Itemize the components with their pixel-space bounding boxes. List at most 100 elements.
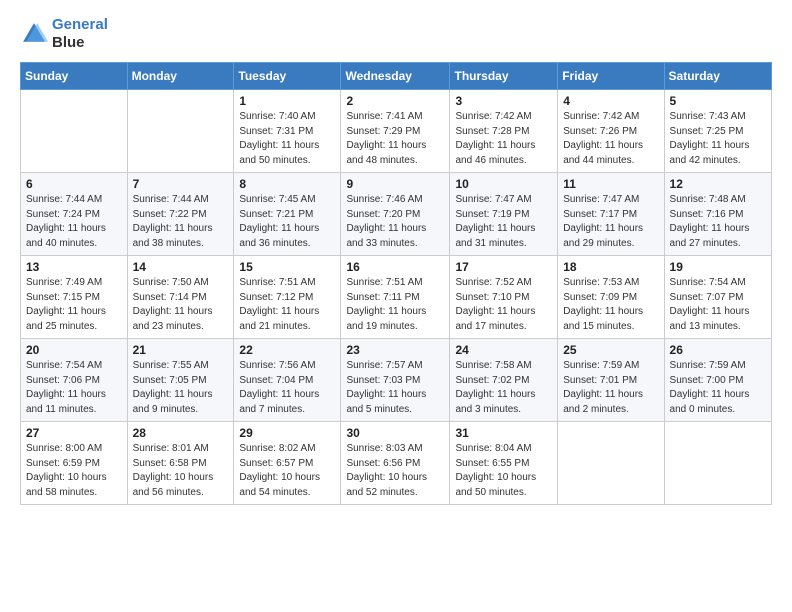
page: General Blue Sunday Monday Tuesday Wedne… xyxy=(0,0,792,612)
day-info: Sunrise: 7:50 AM Sunset: 7:14 PM Dayligh… xyxy=(133,276,229,334)
day-info: Sunrise: 7:42 AM Sunset: 7:26 PM Dayligh… xyxy=(563,110,658,168)
day-number: 28 xyxy=(133,426,229,440)
calendar-cell: 12 Sunrise: 7:48 AM Sunset: 7:16 PM Dayli… xyxy=(664,173,771,256)
day-info: Sunrise: 8:04 AM Sunset: 6:55 PM Dayligh… xyxy=(455,442,552,500)
calendar-header: Sunday Monday Tuesday Wednesday Thursday… xyxy=(21,63,772,90)
col-saturday: Saturday xyxy=(664,63,771,90)
col-thursday: Thursday xyxy=(450,63,558,90)
calendar-cell: 21Sunrise: 7:55 AM Sunset: 7:05 PM Dayli… xyxy=(127,339,234,422)
day-number: 25 xyxy=(563,343,658,357)
col-friday: Friday xyxy=(558,63,664,90)
col-tuesday: Tuesday xyxy=(234,63,341,90)
day-number: 2 xyxy=(346,94,444,108)
calendar-week-2: 6Sunrise: 7:44 AM Sunset: 7:24 PM Daylig… xyxy=(21,173,772,256)
day-number: 19 xyxy=(670,260,766,274)
day-info: Sunrise: 7:54 AM Sunset: 7:06 PM Dayligh… xyxy=(26,359,122,417)
calendar-cell xyxy=(127,90,234,173)
day-number: 18 xyxy=(563,260,658,274)
day-number: 16 xyxy=(346,260,444,274)
day-number: 1 xyxy=(239,94,335,108)
day-info: Sunrise: 7:44 AM Sunset: 7:24 PM Dayligh… xyxy=(26,193,122,251)
day-info: Sunrise: 7:49 AM Sunset: 7:15 PM Dayligh… xyxy=(26,276,122,334)
day-info: Sunrise: 8:03 AM Sunset: 6:56 PM Dayligh… xyxy=(346,442,444,500)
logo-blue: Blue xyxy=(52,34,108,52)
day-info: Sunrise: 7:51 AM Sunset: 7:12 PM Dayligh… xyxy=(239,276,335,334)
calendar-cell: 8 Sunrise: 7:45 AM Sunset: 7:21 PM Daylig… xyxy=(234,173,341,256)
calendar-cell: 2 Sunrise: 7:41 AM Sunset: 7:29 PM Daylig… xyxy=(341,90,450,173)
calendar-cell: 26Sunrise: 7:59 AM Sunset: 7:00 PM Dayli… xyxy=(664,339,771,422)
day-number: 31 xyxy=(455,426,552,440)
day-number: 29 xyxy=(239,426,335,440)
calendar-cell: 13 Sunrise: 7:49 AM Sunset: 7:15 PM Dayli… xyxy=(21,256,128,339)
day-info: Sunrise: 8:01 AM Sunset: 6:58 PM Dayligh… xyxy=(133,442,229,500)
day-info: Sunrise: 7:44 AM Sunset: 7:22 PM Dayligh… xyxy=(133,193,229,251)
day-info: Sunrise: 7:52 AM Sunset: 7:10 PM Dayligh… xyxy=(455,276,552,334)
day-number: 5 xyxy=(670,94,766,108)
calendar-cell: 24 Sunrise: 7:58 AM Sunset: 7:02 PM Dayli… xyxy=(450,339,558,422)
day-info: Sunrise: 7:41 AM Sunset: 7:29 PM Dayligh… xyxy=(346,110,444,168)
calendar-cell: 11Sunrise: 7:47 AM Sunset: 7:17 PM Dayli… xyxy=(558,173,664,256)
day-info: Sunrise: 8:00 AM Sunset: 6:59 PM Dayligh… xyxy=(26,442,122,500)
day-info: Sunrise: 7:45 AM Sunset: 7:21 PM Dayligh… xyxy=(239,193,335,251)
calendar-week-1: 1 Sunrise: 7:40 AM Sunset: 7:31 PM Daylig… xyxy=(21,90,772,173)
calendar-cell: 9Sunrise: 7:46 AM Sunset: 7:20 PM Daylig… xyxy=(341,173,450,256)
col-monday: Monday xyxy=(127,63,234,90)
day-info: Sunrise: 7:59 AM Sunset: 7:00 PM Dayligh… xyxy=(670,359,766,417)
col-wednesday: Wednesday xyxy=(341,63,450,90)
calendar-cell: 17 Sunrise: 7:52 AM Sunset: 7:10 PM Dayli… xyxy=(450,256,558,339)
day-number: 8 xyxy=(239,177,335,191)
calendar-cell: 30 Sunrise: 8:03 AM Sunset: 6:56 PM Dayli… xyxy=(341,422,450,505)
calendar-body: 1 Sunrise: 7:40 AM Sunset: 7:31 PM Daylig… xyxy=(21,90,772,505)
day-number: 12 xyxy=(670,177,766,191)
day-number: 23 xyxy=(346,343,444,357)
day-number: 15 xyxy=(239,260,335,274)
calendar-cell: 31 Sunrise: 8:04 AM Sunset: 6:55 PM Dayli… xyxy=(450,422,558,505)
calendar-cell: 20 Sunrise: 7:54 AM Sunset: 7:06 PM Dayli… xyxy=(21,339,128,422)
day-number: 10 xyxy=(455,177,552,191)
day-number: 30 xyxy=(346,426,444,440)
day-info: Sunrise: 7:42 AM Sunset: 7:28 PM Dayligh… xyxy=(455,110,552,168)
calendar-cell: 1 Sunrise: 7:40 AM Sunset: 7:31 PM Daylig… xyxy=(234,90,341,173)
day-info: Sunrise: 8:02 AM Sunset: 6:57 PM Dayligh… xyxy=(239,442,335,500)
day-info: Sunrise: 7:47 AM Sunset: 7:19 PM Dayligh… xyxy=(455,193,552,251)
day-number: 11 xyxy=(563,177,658,191)
day-number: 13 xyxy=(26,260,122,274)
calendar-cell: 25 Sunrise: 7:59 AM Sunset: 7:01 PM Dayli… xyxy=(558,339,664,422)
calendar-cell: 29 Sunrise: 8:02 AM Sunset: 6:57 PM Dayli… xyxy=(234,422,341,505)
day-info: Sunrise: 7:58 AM Sunset: 7:02 PM Dayligh… xyxy=(455,359,552,417)
calendar-cell: 10 Sunrise: 7:47 AM Sunset: 7:19 PM Dayli… xyxy=(450,173,558,256)
calendar-cell xyxy=(664,422,771,505)
calendar-cell: 7Sunrise: 7:44 AM Sunset: 7:22 PM Daylig… xyxy=(127,173,234,256)
day-number: 3 xyxy=(455,94,552,108)
calendar-week-4: 20 Sunrise: 7:54 AM Sunset: 7:06 PM Dayli… xyxy=(21,339,772,422)
day-info: Sunrise: 7:43 AM Sunset: 7:25 PM Dayligh… xyxy=(670,110,766,168)
calendar-cell xyxy=(558,422,664,505)
day-number: 21 xyxy=(133,343,229,357)
day-number: 20 xyxy=(26,343,122,357)
header: General Blue xyxy=(20,16,772,52)
day-info: Sunrise: 7:56 AM Sunset: 7:04 PM Dayligh… xyxy=(239,359,335,417)
day-info: Sunrise: 7:53 AM Sunset: 7:09 PM Dayligh… xyxy=(563,276,658,334)
day-info: Sunrise: 7:57 AM Sunset: 7:03 PM Dayligh… xyxy=(346,359,444,417)
calendar-cell: 3 Sunrise: 7:42 AM Sunset: 7:28 PM Daylig… xyxy=(450,90,558,173)
day-number: 17 xyxy=(455,260,552,274)
calendar-week-5: 27 Sunrise: 8:00 AM Sunset: 6:59 PM Dayli… xyxy=(21,422,772,505)
calendar-cell: 16Sunrise: 7:51 AM Sunset: 7:11 PM Dayli… xyxy=(341,256,450,339)
calendar-cell xyxy=(21,90,128,173)
day-info: Sunrise: 7:59 AM Sunset: 7:01 PM Dayligh… xyxy=(563,359,658,417)
calendar-cell: 22 Sunrise: 7:56 AM Sunset: 7:04 PM Dayli… xyxy=(234,339,341,422)
day-number: 27 xyxy=(26,426,122,440)
day-info: Sunrise: 7:48 AM Sunset: 7:16 PM Dayligh… xyxy=(670,193,766,251)
calendar-cell: 15 Sunrise: 7:51 AM Sunset: 7:12 PM Dayli… xyxy=(234,256,341,339)
calendar-cell: 5 Sunrise: 7:43 AM Sunset: 7:25 PM Daylig… xyxy=(664,90,771,173)
day-info: Sunrise: 7:46 AM Sunset: 7:20 PM Dayligh… xyxy=(346,193,444,251)
calendar-cell: 14 Sunrise: 7:50 AM Sunset: 7:14 PM Dayli… xyxy=(127,256,234,339)
day-number: 14 xyxy=(133,260,229,274)
col-sunday: Sunday xyxy=(21,63,128,90)
calendar-cell: 18 Sunrise: 7:53 AM Sunset: 7:09 PM Dayli… xyxy=(558,256,664,339)
day-number: 22 xyxy=(239,343,335,357)
day-number: 24 xyxy=(455,343,552,357)
calendar-cell: 28 Sunrise: 8:01 AM Sunset: 6:58 PM Dayli… xyxy=(127,422,234,505)
calendar-week-3: 13 Sunrise: 7:49 AM Sunset: 7:15 PM Dayli… xyxy=(21,256,772,339)
day-info: Sunrise: 7:40 AM Sunset: 7:31 PM Dayligh… xyxy=(239,110,335,168)
